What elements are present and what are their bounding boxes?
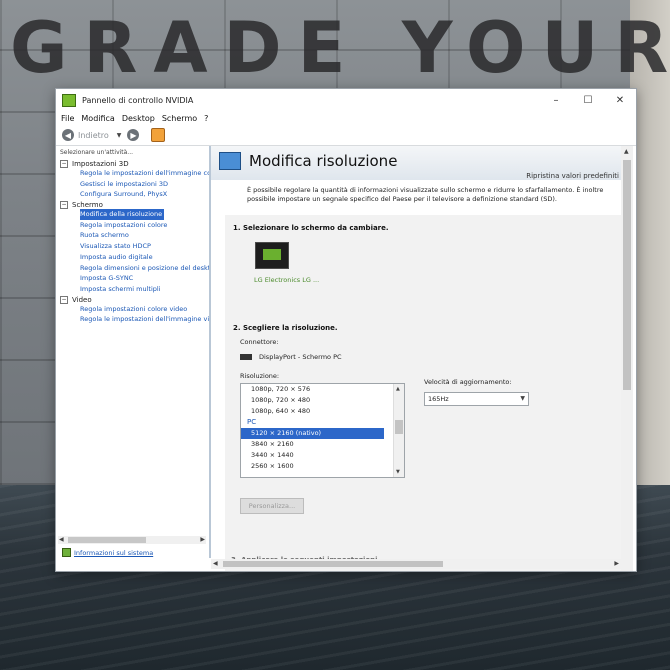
minimize-button[interactable]: – [540, 89, 572, 111]
sidebar-horizontal-scrollbar[interactable]: ◀ ▶ [58, 536, 206, 544]
tree-group-display[interactable]: − Schermo [60, 201, 209, 210]
nvidia-control-panel-window: Pannello di controllo NVIDIA – ☐ ✕ File … [55, 88, 637, 572]
titlebar[interactable]: Pannello di controllo NVIDIA – ☐ ✕ [56, 89, 636, 111]
window-title: Pannello di controllo NVIDIA [82, 95, 194, 105]
resolution-option[interactable]: 1080p, 720 × 576 [241, 384, 404, 395]
scrollbar-thumb[interactable] [68, 537, 146, 543]
task-tree-pane: Selezionare un'attività... − Impostazion… [56, 146, 211, 558]
chevron-down-icon[interactable]: ▼ [520, 393, 525, 405]
tree-group-3d[interactable]: − Impostazioni 3D [60, 160, 209, 168]
content-vertical-scrollbar[interactable]: ▲ [621, 146, 633, 571]
monitor-icon[interactable] [255, 242, 289, 269]
tree-item-color-settings[interactable]: Regola impostazioni colore [80, 220, 209, 231]
tree-item-multiple-displays[interactable]: Imposta schermi multipli [80, 284, 209, 295]
menu-help[interactable]: ? [204, 114, 208, 123]
tree-item-rotate-display[interactable]: Ruota schermo [80, 230, 209, 241]
scroll-down-icon[interactable]: ▼ [396, 469, 400, 475]
scroll-up-icon[interactable]: ▲ [396, 386, 400, 392]
tree-item-desktop-size[interactable]: Regola dimensioni e posizione del deskto… [80, 263, 209, 274]
tree-group-label: Video [72, 295, 92, 304]
tree-item-change-resolution[interactable]: Modifica della risoluzione [80, 209, 165, 220]
refresh-rate-value: 165Hz [428, 395, 449, 403]
resolution-list[interactable]: 1080p, 720 × 576 1080p, 720 × 480 1080p,… [240, 383, 405, 478]
monitor-label[interactable]: LG Electronics LG ... [254, 276, 319, 284]
menu-edit[interactable]: Modifica [81, 114, 114, 123]
collapse-icon[interactable]: − [60, 160, 68, 168]
step2-heading: 2. Scegliere la risoluzione. [233, 324, 338, 332]
tree-item-gsync[interactable]: Imposta G-SYNC [80, 273, 209, 284]
toolbar: ◀ Indietro ▼ ▶ [56, 125, 636, 146]
content-pane: Modifica risoluzione Ripristina valori p… [211, 146, 636, 571]
content-horizontal-scrollbar[interactable]: ◀ ▶ [211, 559, 621, 569]
scrollbar-thumb[interactable] [395, 420, 403, 434]
forward-arrow-icon[interactable]: ▶ [127, 129, 140, 141]
menu-file[interactable]: File [61, 114, 74, 123]
resolution-label: Risoluzione: [240, 372, 280, 380]
collapse-icon[interactable]: − [60, 295, 68, 304]
connector-label: Connettore: [240, 338, 279, 346]
collapse-icon[interactable]: − [60, 201, 68, 210]
resolution-option[interactable]: 1080p, 720 × 480 [241, 395, 404, 406]
tree-item-surround-physx[interactable]: Configura Surround, PhysX [80, 189, 209, 200]
resolution-option[interactable]: 3440 × 1440 [241, 450, 404, 461]
connector-icon [240, 354, 252, 360]
tree-group-video[interactable]: − Video [60, 295, 209, 304]
tree-item-image-settings[interactable]: Regola le impostazioni dell'immagine con [80, 168, 209, 179]
resolution-group-header: PC [247, 418, 257, 426]
system-info-label[interactable]: Informazioni sul sistema [74, 549, 153, 557]
history-dropdown-icon[interactable]: ▼ [117, 132, 122, 139]
scrollbar-thumb[interactable] [623, 160, 631, 390]
connector-value: DisplayPort - Schermo PC [259, 353, 342, 361]
scroll-left-icon[interactable]: ◀ [213, 560, 218, 567]
tree-group-label: Impostazioni 3D [72, 160, 129, 168]
resolution-option[interactable]: 1080p, 640 × 480 [241, 406, 404, 417]
scroll-left-icon[interactable]: ◀ [59, 536, 64, 543]
scroll-right-icon[interactable]: ▶ [200, 536, 205, 543]
back-button-label[interactable]: Indietro [78, 131, 109, 140]
task-tree-header: Selezionare un'attività... [60, 149, 134, 156]
tree-item-change-resolution-row: Modifica della risoluzione [80, 209, 209, 220]
page-title: Modifica risoluzione [249, 152, 398, 170]
wall-text: GRADE YOUR [10, 7, 670, 89]
system-info-icon [62, 548, 71, 557]
scroll-right-icon[interactable]: ▶ [614, 560, 619, 567]
tree-item-video-color[interactable]: Regola impostazioni colore video [80, 304, 209, 315]
close-button[interactable]: ✕ [604, 89, 636, 111]
app-icon [62, 93, 76, 107]
menubar: File Modifica Desktop Schermo ? [56, 111, 636, 125]
scroll-up-icon[interactable]: ▲ [624, 148, 629, 155]
tree-item-manage-3d[interactable]: Gestisci le impostazioni 3D [80, 179, 209, 190]
back-arrow-icon[interactable]: ◀ [62, 129, 74, 141]
tree-item-digital-audio[interactable]: Imposta audio digitale [80, 252, 209, 263]
window-controls: – ☐ ✕ [540, 89, 636, 111]
maximize-button[interactable]: ☐ [572, 89, 604, 111]
resolution-option[interactable]: 3840 × 2160 [241, 439, 404, 450]
resolution-list-scrollbar[interactable]: ▲ ▼ [393, 384, 404, 477]
resolution-option[interactable]: 2560 × 1600 [241, 461, 404, 472]
tree-group-label: Schermo [72, 201, 103, 210]
tree-item-hdcp-status[interactable]: Visualizza stato HDCP [80, 241, 209, 252]
page-icon [219, 152, 241, 170]
system-info-link[interactable]: Informazioni sul sistema [62, 548, 153, 557]
step1-heading: 1. Selezionare lo schermo da cambiare. [233, 224, 389, 232]
resolution-option-selected[interactable]: 5120 × 2160 (nativo) [241, 428, 384, 439]
scrollbar-thumb[interactable] [223, 561, 443, 567]
page-description: È possibile regolare la quantità di info… [247, 186, 604, 203]
restore-defaults-link[interactable]: Ripristina valori predefiniti [526, 172, 619, 180]
page-header: Modifica risoluzione Ripristina valori p… [211, 146, 631, 180]
menu-display[interactable]: Schermo [162, 114, 197, 123]
customize-button[interactable]: Personalizza... [240, 498, 304, 514]
home-icon[interactable] [151, 128, 166, 142]
tree-item-video-image[interactable]: Regola le impostazioni dell'immagine vid… [80, 314, 209, 325]
refresh-rate-select[interactable]: 165Hz ▼ [424, 392, 529, 406]
menu-desktop[interactable]: Desktop [122, 114, 155, 123]
refresh-rate-label: Velocità di aggiornamento: [424, 378, 512, 386]
